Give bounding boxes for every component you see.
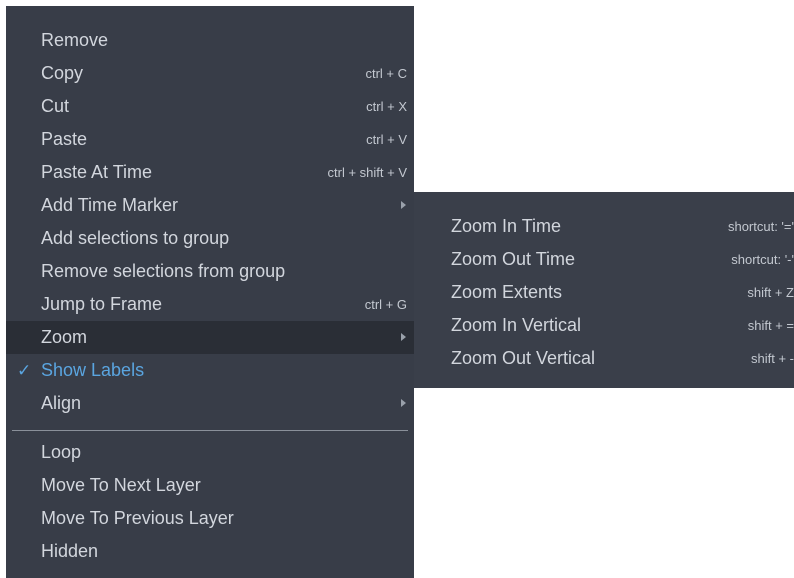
submenu-item-zoom-extents[interactable]: Zoom Extents shift + Z bbox=[414, 276, 794, 309]
menu-item-loop[interactable]: Loop bbox=[6, 436, 414, 469]
menu-item-label: Cut bbox=[41, 96, 70, 116]
menu-item-label: Jump to Frame bbox=[41, 294, 163, 314]
menu-item-paste-at-time[interactable]: Paste At Time ctrl + shift + V bbox=[6, 156, 414, 189]
chevron-right-icon bbox=[401, 201, 406, 209]
context-menu: Remove Copy ctrl + C Cut ctrl + X Paste … bbox=[6, 6, 414, 578]
menu-item-move-to-previous-layer[interactable]: Move To Previous Layer bbox=[6, 502, 414, 535]
menu-item-label: Zoom bbox=[41, 327, 88, 347]
menu-item-label: Zoom Out Vertical bbox=[451, 348, 596, 368]
menu-item-label: Paste bbox=[41, 129, 88, 149]
menu-item-shortcut: ctrl + C bbox=[365, 66, 407, 81]
zoom-submenu: Zoom In Time shortcut: '=' Zoom Out Time… bbox=[414, 192, 794, 388]
submenu-item-zoom-out-vertical[interactable]: Zoom Out Vertical shift + - bbox=[414, 342, 794, 375]
chevron-right-icon bbox=[401, 333, 406, 341]
menu-item-copy[interactable]: Copy ctrl + C bbox=[6, 57, 414, 90]
menu-item-hidden[interactable]: Hidden bbox=[6, 535, 414, 568]
menu-item-shortcut: ctrl + X bbox=[366, 99, 407, 114]
menu-item-label: Paste At Time bbox=[41, 162, 153, 182]
menu-item-label: Loop bbox=[41, 442, 82, 462]
menu-item-shortcut: shift + Z bbox=[747, 285, 794, 300]
menu-item-add-selections-to-group[interactable]: Add selections to group bbox=[6, 222, 414, 255]
menu-item-label: Move To Previous Layer bbox=[41, 508, 234, 528]
menu-item-label: Show Labels bbox=[41, 360, 145, 380]
menu-item-move-to-next-layer[interactable]: Move To Next Layer bbox=[6, 469, 414, 502]
menu-item-label: Zoom Extents bbox=[451, 282, 563, 302]
menu-divider bbox=[12, 430, 408, 431]
menu-item-label: Zoom Out Time bbox=[451, 249, 576, 269]
menu-item-label: Align bbox=[41, 393, 82, 413]
menu-item-shortcut: shift + - bbox=[751, 351, 794, 366]
menu-item-remove-selections-from-group[interactable]: Remove selections from group bbox=[6, 255, 414, 288]
menu-item-label: Hidden bbox=[41, 541, 99, 561]
menu-item-label: Remove bbox=[41, 30, 109, 50]
chevron-right-icon bbox=[401, 399, 406, 407]
menu-item-zoom[interactable]: Zoom bbox=[6, 321, 414, 354]
menu-item-jump-to-frame[interactable]: Jump to Frame ctrl + G bbox=[6, 288, 414, 321]
menu-item-label: Copy bbox=[41, 63, 84, 83]
submenu-item-zoom-in-time[interactable]: Zoom In Time shortcut: '=' bbox=[414, 210, 794, 243]
menu-item-label: Move To Next Layer bbox=[41, 475, 201, 495]
menu-item-paste[interactable]: Paste ctrl + V bbox=[6, 123, 414, 156]
menu-item-shortcut: shortcut: '-' bbox=[731, 252, 794, 267]
menu-item-shortcut: ctrl + G bbox=[364, 297, 407, 312]
menu-item-add-time-marker[interactable]: Add Time Marker bbox=[6, 189, 414, 222]
menu-item-cut[interactable]: Cut ctrl + X bbox=[6, 90, 414, 123]
submenu-item-zoom-out-time[interactable]: Zoom Out Time shortcut: '-' bbox=[414, 243, 794, 276]
menu-item-show-labels[interactable]: ✓ Show Labels bbox=[6, 354, 414, 387]
menu-item-shortcut: ctrl + shift + V bbox=[327, 165, 407, 180]
menu-item-label: Zoom In Vertical bbox=[451, 315, 582, 335]
submenu-item-zoom-in-vertical[interactable]: Zoom In Vertical shift + = bbox=[414, 309, 794, 342]
menu-item-shortcut: shortcut: '=' bbox=[727, 219, 794, 234]
menu-item-label: Zoom In Time bbox=[451, 216, 562, 236]
menu-item-align[interactable]: Align bbox=[6, 387, 414, 420]
menu-item-shortcut: ctrl + V bbox=[366, 132, 407, 147]
menu-item-label: Remove selections from group bbox=[41, 261, 286, 281]
menu-item-label: Add selections to group bbox=[41, 228, 230, 248]
menu-item-label: Add Time Marker bbox=[41, 195, 179, 215]
menu-item-remove[interactable]: Remove bbox=[6, 24, 414, 57]
check-icon: ✓ bbox=[17, 361, 32, 380]
menu-item-shortcut: shift + = bbox=[747, 318, 794, 333]
